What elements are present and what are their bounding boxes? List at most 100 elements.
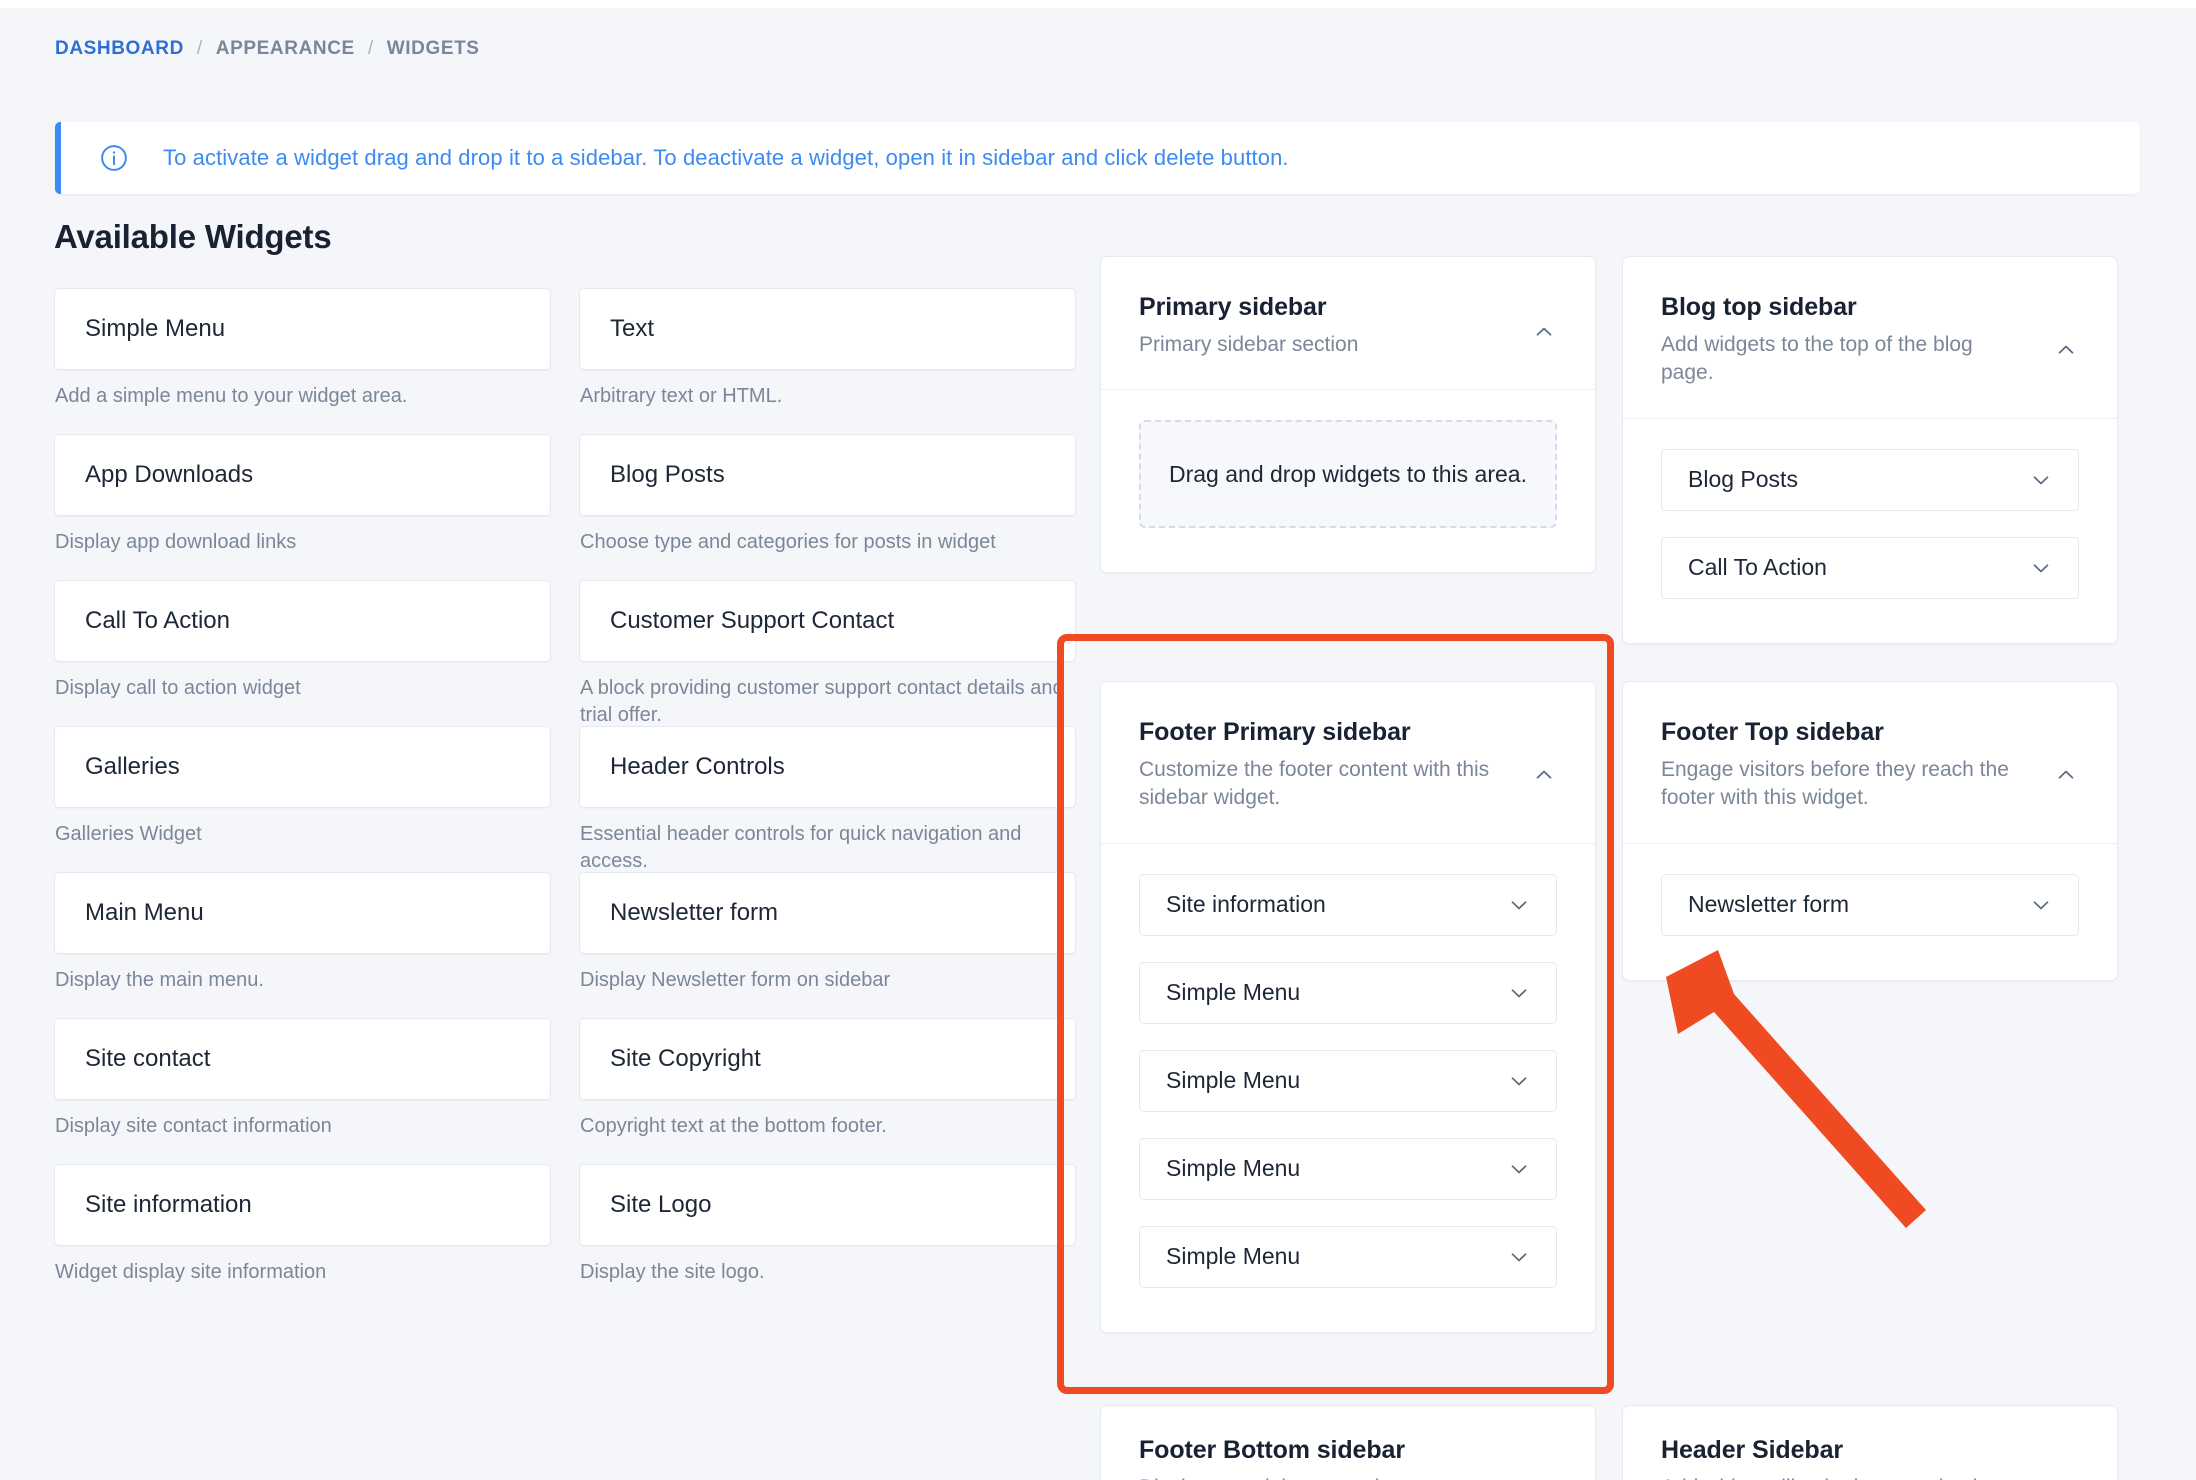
available-widget-description: Essential header controls for quick navi… (580, 823, 1022, 872)
available-widget-item: Site Copyright Copyright text at the bott… (579, 1018, 1076, 1164)
available-widget-item: Text Arbitrary text or HTML. (579, 288, 1076, 434)
info-banner-text: To activate a widget drag and drop it to… (163, 145, 1289, 170)
panel-blog-top-sidebar: Blog top sidebar Add widgets to the top … (1622, 256, 2118, 644)
sidebar-widget-item[interactable]: Call To Action (1661, 536, 2079, 599)
available-widget-card[interactable]: Call To Action (54, 580, 551, 662)
chevron-up-icon[interactable] (1531, 762, 1557, 788)
sidebar-widget-item[interactable]: Newsletter form (1661, 873, 2079, 936)
available-widget-description: Arbitrary text or HTML. (580, 385, 783, 407)
available-widget-card[interactable]: Blog Posts (579, 434, 1076, 516)
chevron-down-icon[interactable] (1506, 892, 1532, 918)
panel-footer-top-sidebar-header[interactable]: Footer Top sidebar Engage visitors befor… (1623, 682, 2117, 844)
available-widget-description: Display call to action widget (55, 677, 301, 699)
sidebar-widget-item[interactable]: Blog Posts (1661, 448, 2079, 511)
sidebar-widget-item[interactable]: Simple Menu (1139, 1137, 1557, 1200)
sidebar-widget-item[interactable]: Simple Menu (1139, 1049, 1557, 1112)
available-widget-item: Blog Posts Choose type and categories for… (579, 434, 1076, 580)
panel-subtitle: Display copyright text and partner (1139, 1474, 1539, 1480)
available-widget-description: Choose type and categories for posts in … (580, 531, 996, 553)
panel-header-sidebar-header[interactable]: Header Sidebar Add widgets like the logo… (1623, 1406, 2117, 1480)
panel-primary-sidebar-header[interactable]: Primary sidebar Primary sidebar section (1101, 257, 1595, 391)
info-banner: To activate a widget drag and drop it to… (55, 122, 2140, 194)
panel-subtitle: Primary sidebar section (1139, 333, 1359, 356)
breadcrumb-item-widgets[interactable]: WIDGETS (387, 38, 480, 60)
panel-footer-top-sidebar: Footer Top sidebar Engage visitors befor… (1622, 681, 2118, 981)
available-widget-name: Site Copyright (610, 1045, 761, 1072)
available-widget-name: Simple Menu (85, 315, 226, 342)
available-widget-item: Customer Support Contact A block providin… (579, 580, 1076, 726)
panel-title: Blog top sidebar (1661, 293, 1857, 321)
chevron-up-icon[interactable] (2053, 762, 2079, 788)
available-widget-description: Copyright text at the bottom footer. (580, 1115, 887, 1137)
available-widget-card[interactable]: Site information (54, 1164, 551, 1246)
available-widget-name: Galleries (85, 753, 180, 780)
chevron-down-icon[interactable] (1506, 1068, 1532, 1094)
available-widget-card[interactable]: App Downloads (54, 434, 551, 516)
available-widget-item: Call To Action Display call to action wid… (54, 580, 551, 726)
chevron-down-icon[interactable] (1506, 980, 1532, 1006)
breadcrumb-item-appearance[interactable]: APPEARANCE (216, 38, 355, 60)
panel-primary-sidebar: Primary sidebar Primary sidebar section … (1100, 256, 1596, 574)
available-widget-card[interactable]: Newsletter form (579, 872, 1076, 954)
breadcrumb-separator: / (196, 38, 203, 59)
chevron-down-icon[interactable] (1506, 1244, 1532, 1270)
available-widget-name: App Downloads (85, 461, 254, 488)
panel-title: Primary sidebar (1139, 293, 1327, 321)
panel-title: Footer Primary sidebar (1139, 718, 1411, 746)
sidebar-widget-item-label: Call To Action (1688, 554, 1827, 581)
available-widget-description: Display site contact information (55, 1115, 332, 1137)
panel-title: Footer Top sidebar (1661, 718, 1884, 746)
sidebar-widget-item[interactable]: Simple Menu (1139, 961, 1557, 1024)
available-widget-description: Widget display site information (55, 1261, 327, 1283)
available-widget-description: Display the site logo. (580, 1261, 765, 1283)
available-widget-card[interactable]: Site Logo (579, 1164, 1076, 1246)
sidebar-widget-item[interactable]: Site information (1139, 873, 1557, 936)
chevron-down-icon[interactable] (2028, 892, 2054, 918)
panel-subtitle: Engage visitors before they reach the fo… (1661, 758, 2009, 810)
panel-footer-primary-sidebar: Footer Primary sidebar Customize the foo… (1100, 681, 1596, 1333)
breadcrumb: DASHBOARD / APPEARANCE / WIDGETS (55, 38, 480, 60)
available-widget-card[interactable]: Simple Menu (54, 288, 551, 370)
available-widget-name: Site information (85, 1191, 252, 1218)
panel-footer-primary-sidebar-header[interactable]: Footer Primary sidebar Customize the foo… (1101, 682, 1595, 844)
available-widget-item: Simple Menu Add a simple menu to your wid… (54, 288, 551, 434)
panel-footer-bottom-sidebar-header[interactable]: Footer Bottom sidebar Display copyright … (1101, 1406, 1595, 1480)
available-widget-name: Site Logo (610, 1191, 712, 1218)
available-widget-name: Site contact (85, 1045, 211, 1072)
panel-header-sidebar: Header Sidebar Add widgets like the logo… (1622, 1405, 2118, 1480)
available-widget-card[interactable]: Customer Support Contact (579, 580, 1076, 662)
available-widget-item: Header Controls Essential header controls… (579, 726, 1076, 872)
drop-zone[interactable]: Drag and drop widgets to this area. (1139, 420, 1557, 529)
available-widgets-grid: Simple Menu Add a simple menu to your wid… (54, 288, 1094, 1310)
available-widget-card[interactable]: Main Menu (54, 872, 551, 954)
chevron-down-icon[interactable] (2028, 467, 2054, 493)
available-widget-card[interactable]: Header Controls (579, 726, 1076, 808)
available-widget-description: A block providing customer support conta… (580, 677, 1064, 726)
available-widget-name: Newsletter form (610, 899, 779, 926)
panel-blog-top-sidebar-body: Blog Posts Call To Action (1623, 419, 2117, 643)
sidebar-widget-item[interactable]: Simple Menu (1139, 1225, 1557, 1288)
chevron-up-icon[interactable] (1531, 319, 1557, 345)
chevron-down-icon[interactable] (2028, 555, 2054, 581)
panel-footer-top-sidebar-body: Newsletter form (1623, 844, 2117, 980)
available-widget-card[interactable]: Site contact (54, 1018, 551, 1100)
available-widget-card[interactable]: Text (579, 288, 1076, 370)
breadcrumb-item-dashboard[interactable]: DASHBOARD (55, 38, 184, 60)
panel-title: Header Sidebar (1661, 1436, 1844, 1464)
chevron-down-icon[interactable] (1506, 1156, 1532, 1182)
panel-blog-top-sidebar-header[interactable]: Blog top sidebar Add widgets to the top … (1623, 257, 2117, 419)
available-widget-name: Text (610, 315, 655, 342)
panel-subtitle: Customize the footer content with this s… (1139, 758, 1490, 810)
available-widget-name: Header Controls (610, 753, 785, 780)
panel-title: Footer Bottom sidebar (1139, 1436, 1405, 1464)
sidebar-widget-item-label: Blog Posts (1688, 466, 1798, 493)
available-widget-card[interactable]: Galleries (54, 726, 551, 808)
chevron-up-icon[interactable] (2053, 337, 2079, 363)
sidebar-widget-item-label: Simple Menu (1166, 1067, 1301, 1094)
available-widget-card[interactable]: Site Copyright (579, 1018, 1076, 1100)
available-widget-description: Display the main menu. (55, 969, 264, 991)
sidebar-widget-item-label: Site information (1166, 891, 1326, 918)
breadcrumb-separator: / (367, 38, 374, 59)
drop-zone-label: Drag and drop widgets to this area. (1169, 460, 1527, 487)
sidebar-widget-item-label: Simple Menu (1166, 1155, 1301, 1182)
